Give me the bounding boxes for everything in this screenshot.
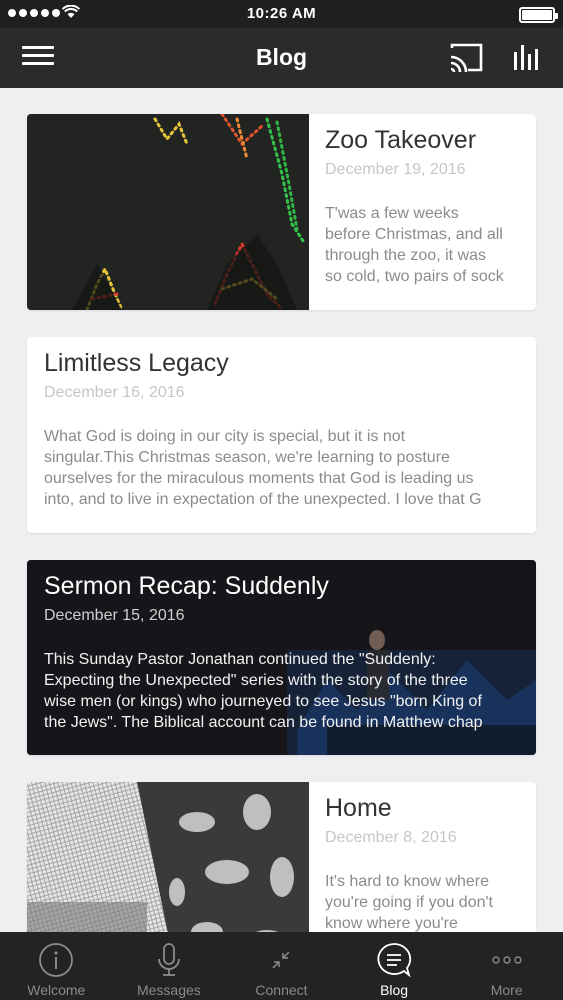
post-title: Limitless Legacy: [44, 349, 229, 377]
battery-icon: [519, 7, 558, 23]
blog-post-card[interactable]: Sermon Recap: Suddenly December 15, 2016…: [27, 560, 536, 755]
blog-post-card[interactable]: Limitless Legacy December 16, 2016 What …: [27, 337, 536, 533]
post-date: December 19, 2016: [325, 161, 466, 178]
post-excerpt: What God is doing in our city is special…: [44, 428, 482, 508]
tab-label: More: [490, 982, 523, 998]
post-excerpt: This Sunday Pastor Jonathan continued th…: [44, 651, 483, 731]
post-date: December 8, 2016: [325, 829, 457, 846]
tab-blog[interactable]: Blog: [338, 932, 451, 1000]
chat-bubble-icon: [377, 943, 412, 978]
collapse-arrows-icon: [272, 951, 291, 969]
status-time: 10:26 AM: [246, 5, 317, 22]
status-bar: 10:26 AM: [0, 0, 563, 28]
post-date: December 15, 2016: [44, 607, 185, 624]
tab-label: Welcome: [27, 982, 86, 998]
blog-post-card[interactable]: Zoo Takeover December 19, 2016 T'was a f…: [27, 114, 536, 310]
post-title: Zoo Takeover: [325, 126, 477, 154]
more-dots-icon: [491, 956, 522, 964]
tab-more[interactable]: More: [450, 932, 563, 1000]
post-thumbnail: [27, 114, 309, 310]
post-excerpt: It's hard to know where you're going if …: [325, 873, 493, 932]
post-excerpt: T'was a few weeks before Christmas, and …: [325, 205, 504, 285]
tab-label: Blog: [380, 982, 409, 998]
tab-bar: Welcome Messages Connect Blog More: [0, 932, 563, 1000]
app-header: Blog: [0, 28, 563, 88]
tab-messages[interactable]: Messages: [113, 932, 226, 1000]
tab-connect[interactable]: Connect: [225, 932, 338, 1000]
post-title: Sermon Recap: Suddenly: [44, 572, 329, 600]
tab-label: Connect: [255, 982, 308, 998]
tab-label: Messages: [136, 982, 201, 998]
microphone-icon: [157, 943, 180, 976]
audio-bars-icon[interactable]: [512, 42, 542, 72]
cast-icon[interactable]: [448, 42, 484, 74]
post-title: Home: [325, 794, 392, 822]
tab-welcome[interactable]: Welcome: [0, 932, 113, 1000]
post-date: December 16, 2016: [44, 384, 185, 401]
info-icon: [39, 943, 74, 977]
